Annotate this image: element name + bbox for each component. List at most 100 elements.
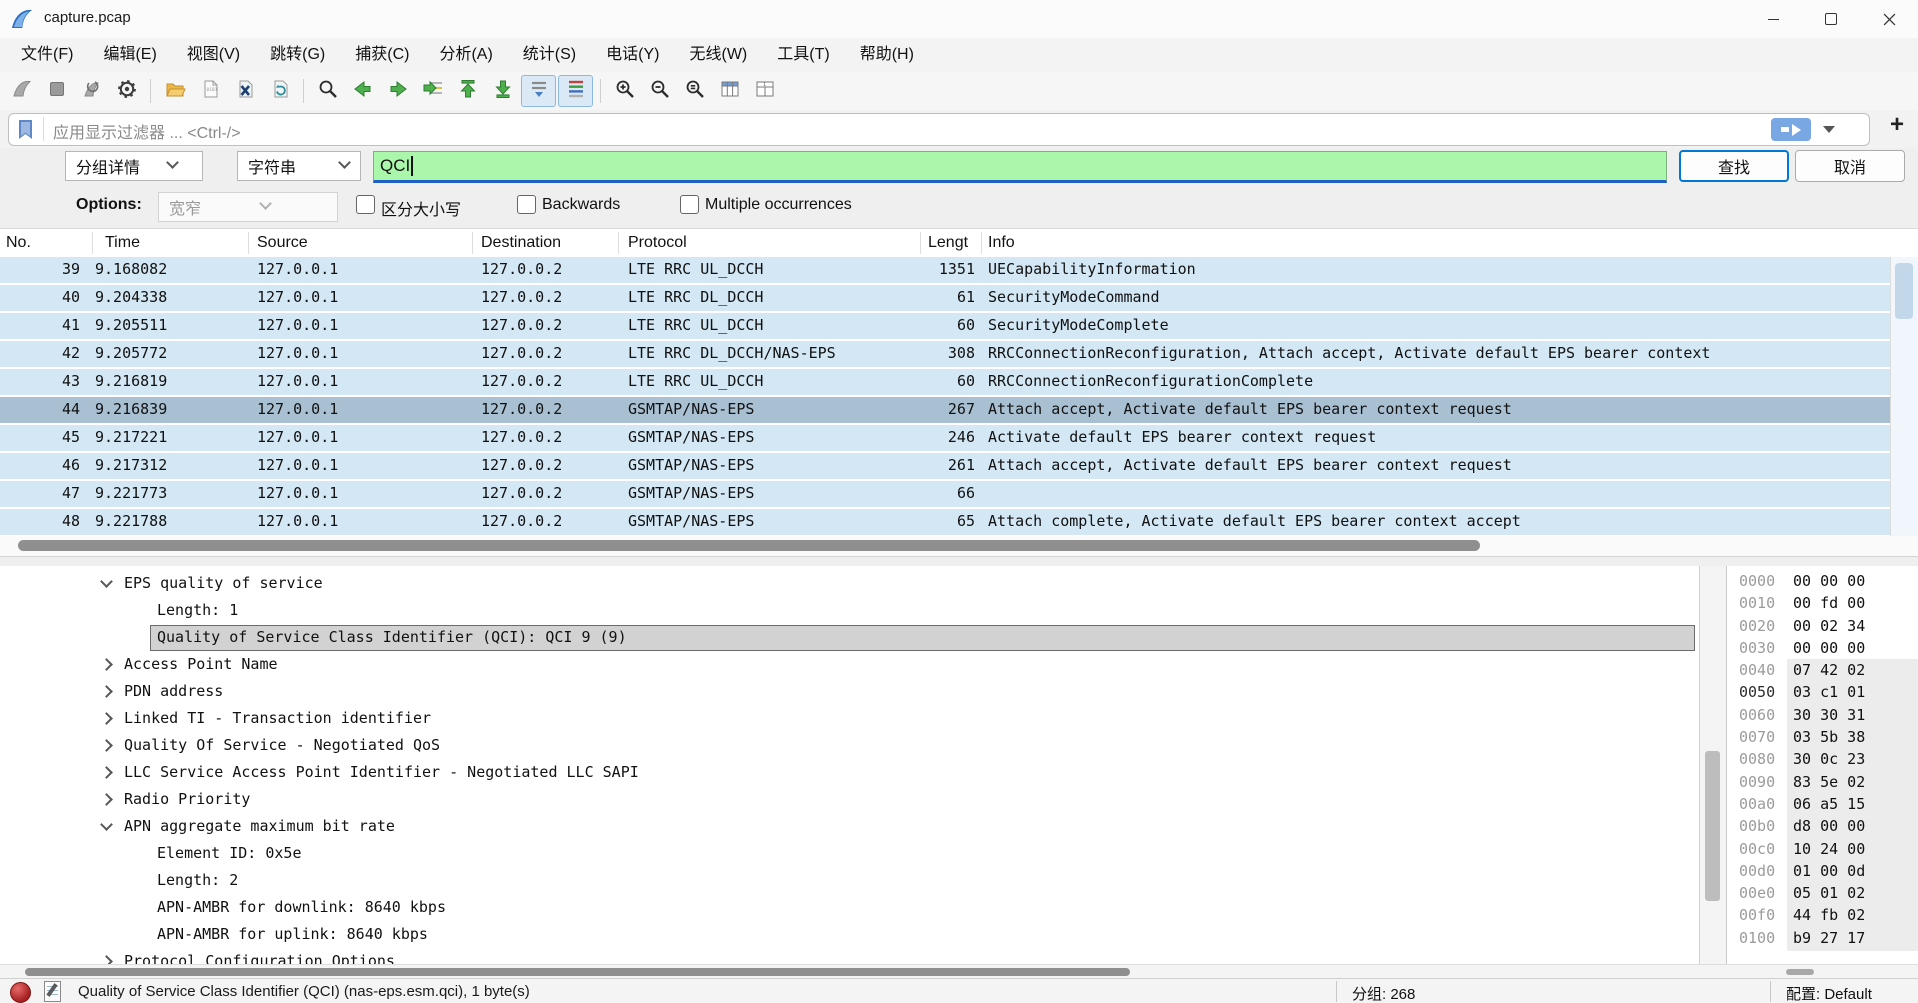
detail-row[interactable]: Radio Priority [0, 787, 1699, 814]
expand-icon[interactable] [100, 685, 113, 698]
menu-item[interactable]: 编辑(E) [88, 38, 171, 72]
restart-capture-button[interactable] [75, 76, 108, 106]
menu-item[interactable]: 分析(A) [424, 38, 507, 72]
backwards-checkbox[interactable] [517, 195, 536, 214]
detail-row[interactable]: Length: 1 [0, 598, 1699, 625]
minimize-button[interactable] [1744, 0, 1802, 38]
column-header-destination[interactable]: Destination [481, 229, 561, 256]
find-scope-select[interactable]: 分组详情 [65, 151, 203, 181]
hex-row[interactable]: 006030 30 31 [1727, 705, 1918, 727]
menu-item[interactable]: 电话(Y) [591, 38, 674, 72]
packet-row[interactable]: 469.217312127.0.0.1127.0.0.2GSMTAP/NAS-E… [0, 453, 1891, 481]
column-divider[interactable] [472, 232, 473, 254]
detail-row[interactable]: EPS quality of service [0, 571, 1699, 598]
go-to-top-button[interactable] [451, 76, 484, 106]
packet-row[interactable]: 419.205511127.0.0.1127.0.0.2LTE RRC UL_D… [0, 313, 1891, 341]
scrollbar-thumb[interactable] [18, 540, 1480, 551]
scrollbar-thumb[interactable] [1705, 751, 1720, 901]
column-divider[interactable] [920, 232, 921, 254]
menu-item[interactable]: 统计(S) [508, 38, 591, 72]
detail-row[interactable]: APN aggregate maximum bit rate [0, 814, 1699, 841]
detail-row[interactable]: LLC Service Access Point Identifier - Ne… [0, 760, 1699, 787]
apply-filter-button[interactable] [1771, 118, 1811, 141]
expand-icon[interactable] [100, 712, 113, 725]
hex-row[interactable]: 009083 5e 02 [1727, 772, 1918, 794]
column-layout-button[interactable]: 1 [748, 76, 781, 106]
charset-select[interactable]: 宽窄 [158, 192, 338, 222]
collapse-icon[interactable] [100, 575, 113, 588]
expand-icon[interactable] [100, 739, 113, 752]
detail-row[interactable]: PDN address [0, 679, 1699, 706]
scrollbar-thumb[interactable] [1895, 263, 1913, 319]
case-sensitive-checkbox[interactable] [356, 195, 375, 214]
hex-row[interactable]: 008030 0c 23 [1727, 749, 1918, 771]
menu-item[interactable]: 工具(T) [762, 38, 844, 72]
hex-row[interactable]: 000000 00 00 [1727, 571, 1918, 593]
filter-history-caret-icon[interactable] [1823, 126, 1835, 133]
menu-item[interactable]: 跳转(G) [255, 38, 340, 72]
zoom-in-button[interactable] [608, 76, 641, 106]
expand-icon[interactable] [100, 955, 113, 964]
start-capture-button[interactable] [5, 76, 38, 106]
menu-item[interactable]: 帮助(H) [845, 38, 929, 72]
packet-row[interactable]: 489.221788127.0.0.1127.0.0.2GSMTAP/NAS-E… [0, 509, 1891, 537]
packet-row[interactable]: 399.168082127.0.0.1127.0.0.2LTE RRC UL_D… [0, 257, 1891, 285]
hex-row[interactable]: 00d001 00 0d [1727, 861, 1918, 883]
packet-row[interactable]: 459.217221127.0.0.1127.0.0.2GSMTAP/NAS-E… [0, 425, 1891, 453]
expand-icon[interactable] [100, 793, 113, 806]
expand-icon[interactable] [100, 658, 113, 671]
column-header-source[interactable]: Source [257, 229, 308, 256]
find-button[interactable]: 查找 [1679, 150, 1789, 182]
go-back-button[interactable] [346, 76, 379, 106]
detail-row[interactable]: APN-AMBR for downlink: 8640 kbps [0, 895, 1699, 922]
go-to-packet-button[interactable] [416, 76, 449, 106]
packet-row[interactable]: 479.221773127.0.0.1127.0.0.2GSMTAP/NAS-E… [0, 481, 1891, 509]
column-divider[interactable] [248, 232, 249, 254]
hex-row[interactable]: 007003 5b 38 [1727, 727, 1918, 749]
detail-row[interactable]: Linked TI - Transaction identifier [0, 706, 1699, 733]
packet-row[interactable]: 449.216839127.0.0.1127.0.0.2GSMTAP/NAS-E… [0, 397, 1891, 425]
find-type-select[interactable]: 字符串 [237, 151, 361, 181]
packet-list-vertical-scrollbar[interactable] [1890, 257, 1918, 537]
detail-horizontal-scrollbar-thumb[interactable] [25, 968, 1130, 976]
column-header-no[interactable]: No. [6, 229, 31, 256]
open-file-button[interactable] [158, 76, 191, 106]
zoom-reset-button[interactable] [678, 76, 711, 106]
zoom-out-button[interactable] [643, 76, 676, 106]
hex-row[interactable]: 00e005 01 02 [1727, 883, 1918, 905]
hex-row[interactable]: 00c010 24 00 [1727, 839, 1918, 861]
hex-row[interactable]: 005003 c1 01 [1727, 682, 1918, 704]
find-input[interactable]: QCI [373, 151, 1667, 183]
column-header-time[interactable]: Time [105, 229, 140, 256]
go-forward-button[interactable] [381, 76, 414, 106]
menu-item[interactable]: 无线(W) [674, 38, 762, 72]
column-header-info[interactable]: Info [988, 229, 1015, 256]
detail-row[interactable]: Protocol Configuration Options [0, 949, 1699, 964]
hex-row[interactable]: 002000 02 34 [1727, 616, 1918, 638]
detail-row[interactable]: Element ID: 0x5e [0, 841, 1699, 868]
column-divider[interactable] [981, 232, 982, 254]
multiple-occurrences-checkbox[interactable] [680, 195, 699, 214]
go-to-bottom-button[interactable] [486, 76, 519, 106]
find-packet-button[interactable] [311, 76, 344, 106]
hex-row[interactable]: 00a006 a5 15 [1727, 794, 1918, 816]
packet-row[interactable]: 409.204338127.0.0.1127.0.0.2LTE RRC DL_D… [0, 285, 1891, 313]
detail-row[interactable]: Quality Of Service - Negotiated QoS [0, 733, 1699, 760]
detail-row[interactable]: APN-AMBR for uplink: 8640 kbps [0, 922, 1699, 949]
capture-options-button[interactable] [110, 76, 143, 106]
hex-row[interactable]: 00f044 fb 02 [1727, 905, 1918, 927]
expand-icon[interactable] [100, 766, 113, 779]
bookmark-icon[interactable] [15, 119, 37, 141]
detail-row[interactable]: Access Point Name [0, 652, 1699, 679]
detail-vertical-scrollbar[interactable] [1700, 566, 1726, 964]
menu-item[interactable]: 视图(V) [172, 38, 255, 72]
column-header-lengt[interactable]: Lengt [928, 229, 968, 256]
packet-list-horizontal-scrollbar[interactable] [0, 536, 1918, 556]
hex-row[interactable]: 001000 fd 00 [1727, 593, 1918, 615]
collapse-icon[interactable] [100, 818, 113, 831]
detail-row[interactable]: Quality of Service Class Identifier (QCI… [0, 625, 1699, 652]
packet-row[interactable]: 429.205772127.0.0.1127.0.0.2LTE RRC DL_D… [0, 341, 1891, 369]
column-header-protocol[interactable]: Protocol [628, 229, 687, 256]
detail-row[interactable]: Length: 2 [0, 868, 1699, 895]
colorize-button[interactable] [558, 75, 593, 107]
